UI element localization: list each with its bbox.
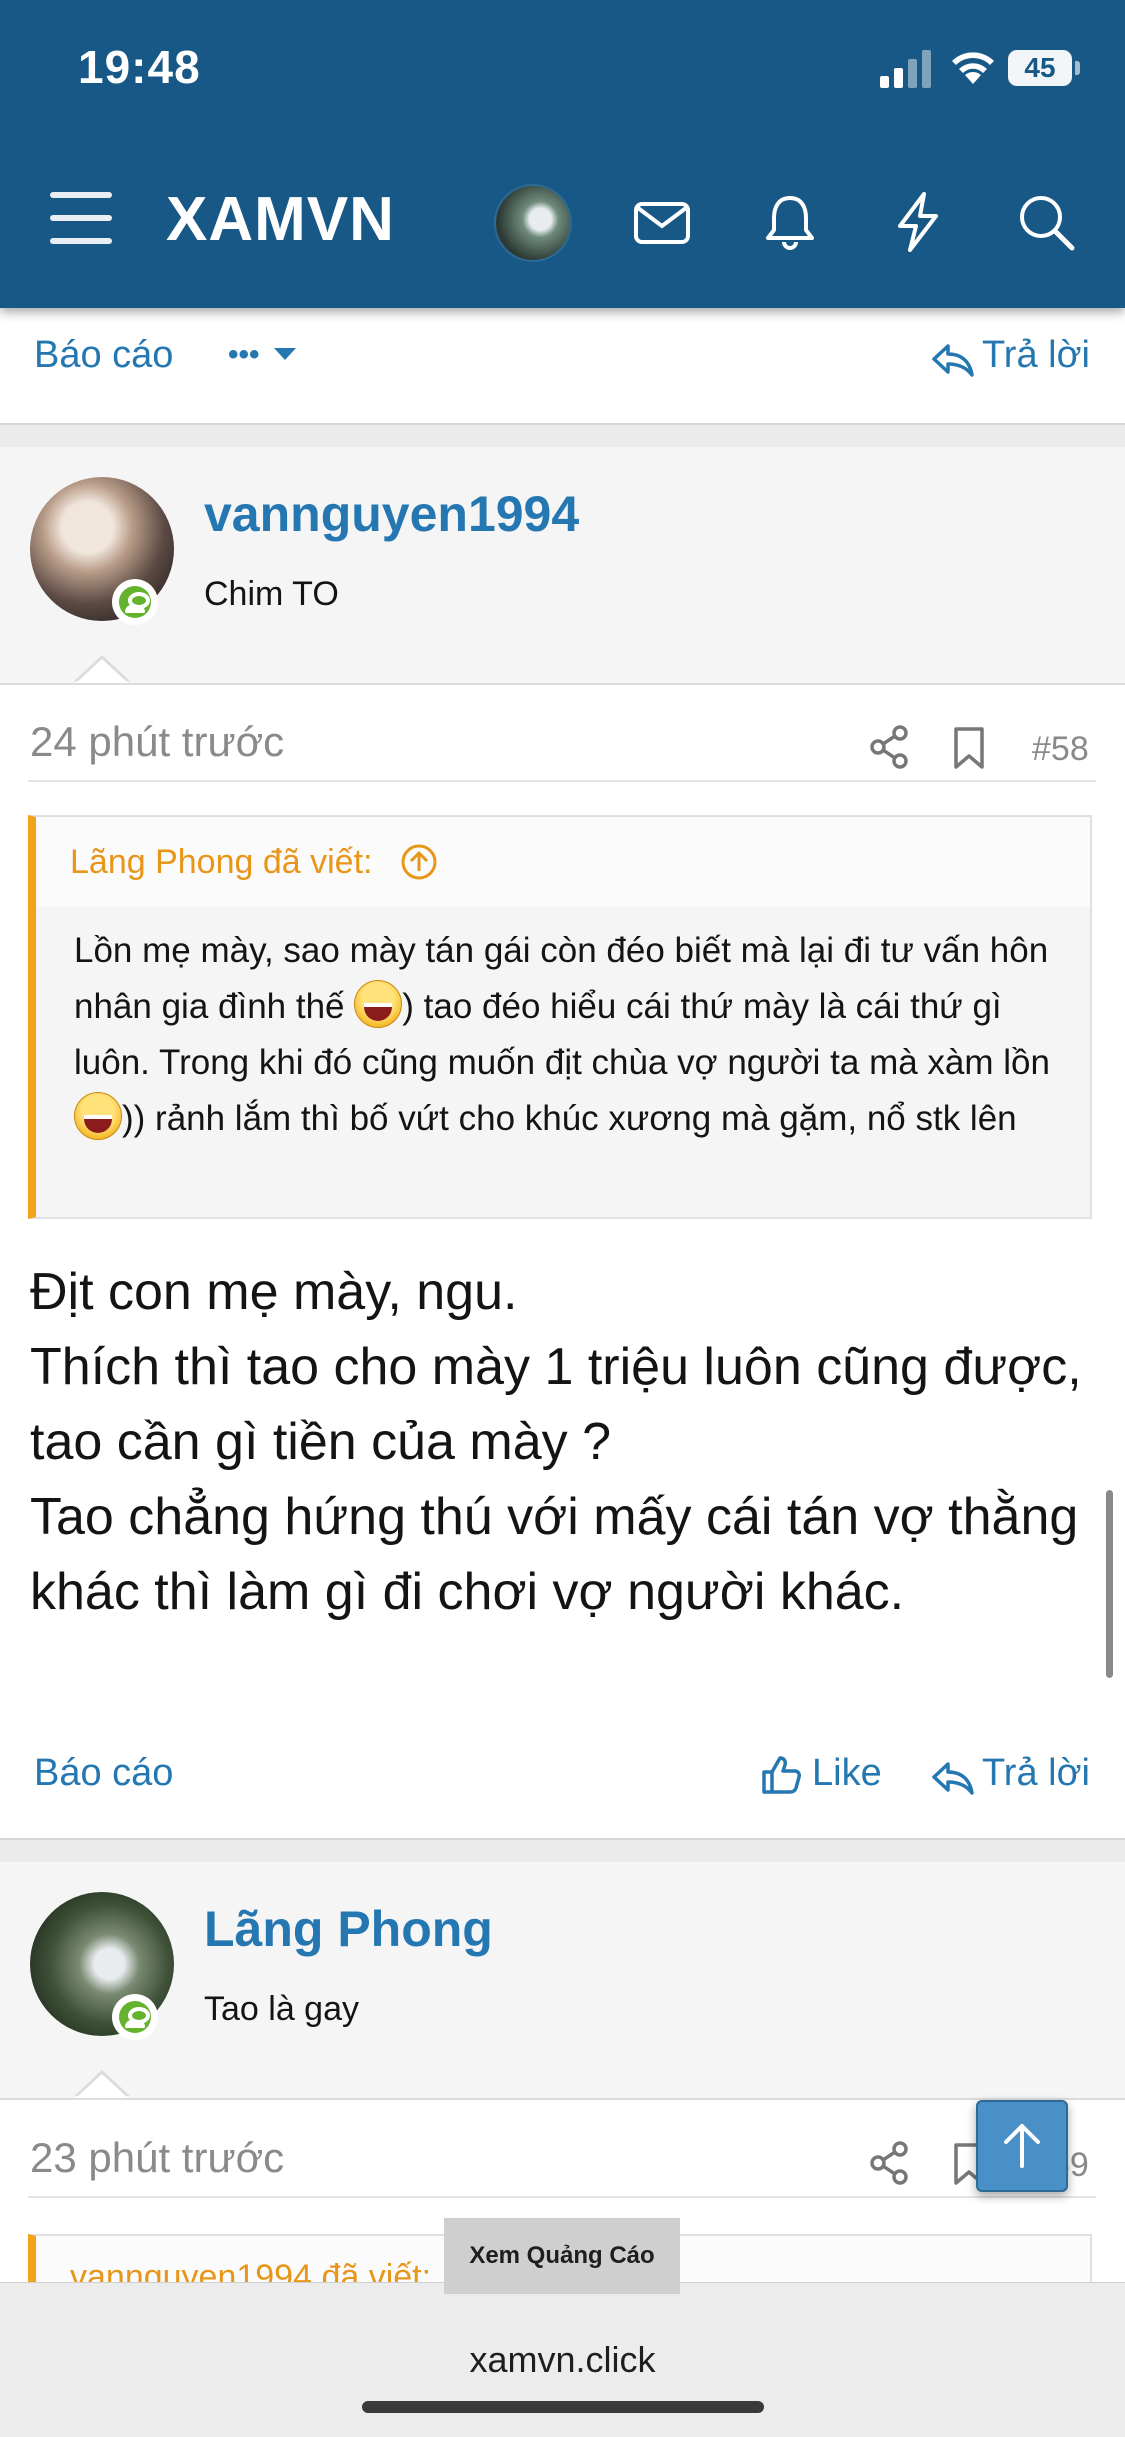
cellular-signal-icon — [880, 50, 931, 88]
account-avatar[interactable] — [494, 184, 572, 262]
scroll-to-top-button[interactable] — [976, 2100, 1068, 2192]
meta-divider — [28, 780, 1096, 782]
post-body: Địt con mẹ mày, ngu. Thích thì tao cho m… — [30, 1255, 1090, 1630]
more-dots: ••• — [228, 338, 260, 371]
quote-text: Lồn mẹ mày, sao mày tán gái còn đéo biết… — [74, 923, 1074, 1147]
bell-icon[interactable] — [758, 190, 822, 254]
post-separator — [0, 423, 1125, 449]
thumbs-up-icon — [762, 1756, 801, 1794]
quote-block: Lãng Phong đã viết: Lồn mẹ mày, sao mày … — [28, 815, 1092, 1219]
more-options-button[interactable]: ••• — [228, 338, 296, 372]
post-time[interactable]: 24 phút trước — [30, 718, 284, 766]
menu-icon[interactable] — [48, 190, 114, 246]
app-header: 19:48 45 XAMVN — [0, 0, 1125, 308]
url-field[interactable]: xamvn.click — [0, 2339, 1125, 2381]
view-ad-button[interactable]: Xem Quảng Cáo — [444, 2218, 680, 2294]
bookmark-icon[interactable] — [952, 726, 986, 770]
reply-icon — [932, 1762, 974, 1795]
wifi-icon — [952, 52, 994, 84]
like-label: Like — [812, 1752, 882, 1794]
browser-address-bar: xamvn.click — [0, 2282, 1125, 2437]
online-status-icon — [112, 1994, 158, 2040]
post-number[interactable]: #58 — [1032, 730, 1089, 769]
quote-author[interactable]: Lãng Phong đã viết: — [70, 843, 438, 882]
online-status-icon — [112, 579, 158, 625]
like-button[interactable]: Like — [760, 1752, 900, 1804]
arrow-up-icon — [1004, 2124, 1040, 2168]
status-time: 19:48 — [78, 41, 201, 93]
report-link[interactable]: Báo cáo — [34, 334, 173, 377]
previous-post-actions: Báo cáo ••• Trả lời — [0, 308, 1125, 423]
page-scrollbar[interactable] — [1106, 1490, 1113, 1678]
quote-text-part: )) rảnh lắm thì bố vứt cho khúc xương mà… — [122, 1099, 1017, 1138]
reply-label: Trả lời — [982, 1752, 1090, 1794]
reply-button[interactable]: Trả lời — [930, 1752, 1120, 1804]
site-logo[interactable]: XAMVN — [166, 184, 395, 255]
caret-down-icon — [273, 348, 296, 360]
reply-label: Trả lời — [982, 334, 1090, 376]
lightning-icon[interactable] — [886, 190, 950, 254]
post-username[interactable]: Lãng Phong — [204, 1900, 493, 1958]
battery-level: 45 — [1008, 50, 1072, 86]
quote-author-label: Lãng Phong đã viết: — [70, 843, 373, 881]
share-icon[interactable] — [868, 2140, 910, 2186]
report-link[interactable]: Báo cáo — [34, 1752, 173, 1795]
laughing-emoji-icon — [354, 980, 403, 1028]
post-59-user-block: Lãng Phong Tao là gay — [0, 1862, 1125, 2100]
post-separator — [0, 1838, 1125, 1864]
user-title: Tao là gay — [204, 1990, 359, 2028]
search-icon[interactable] — [1014, 190, 1078, 254]
home-indicator[interactable] — [362, 2401, 764, 2413]
reply-icon — [932, 344, 974, 377]
laughing-emoji-icon — [74, 1092, 122, 1140]
share-icon[interactable] — [868, 724, 910, 770]
mail-icon[interactable] — [630, 190, 694, 254]
user-block-pointer-fill — [76, 2074, 128, 2098]
jump-to-quote-icon — [401, 844, 437, 880]
post-body-line: Địt con mẹ mày, ngu. — [30, 1263, 518, 1321]
user-title: Chim TO — [204, 575, 339, 613]
post-body-line: Thích thì tao cho mày 1 triệu luôn cũng … — [30, 1338, 1082, 1471]
post-username[interactable]: vannguyen1994 — [204, 485, 579, 543]
user-block-pointer-fill — [76, 659, 128, 683]
battery-icon: 45 — [1008, 50, 1082, 86]
meta-divider — [28, 2196, 1096, 2198]
post-body-line: Tao chẳng hứng thú với mấy cái tán vợ th… — [30, 1488, 1079, 1621]
quote-header[interactable]: Lãng Phong đã viết: — [36, 817, 1090, 907]
post-time[interactable]: 23 phút trước — [30, 2134, 284, 2182]
post-58-user-block: vannguyen1994 Chim TO — [0, 447, 1125, 685]
